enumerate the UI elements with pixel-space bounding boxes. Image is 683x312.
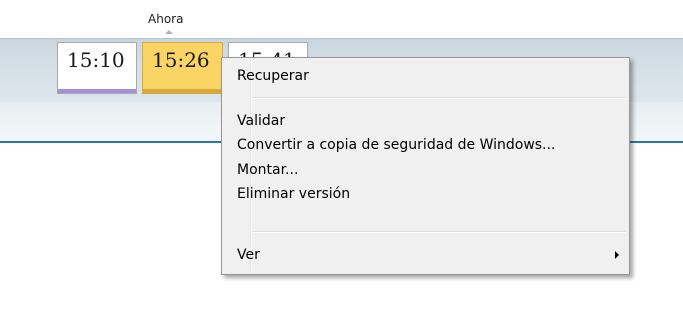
version-chip-2-selected[interactable]: 15:26 bbox=[142, 42, 223, 94]
menu-separator bbox=[252, 231, 626, 233]
context-menu: Recuperar Validar Convertir a copia de s… bbox=[221, 57, 630, 275]
menu-item-validar[interactable]: Validar bbox=[224, 110, 627, 132]
version-time: 15:10 bbox=[67, 48, 125, 72]
chevron-right-icon bbox=[615, 251, 619, 259]
menu-item-convertir[interactable]: Convertir a copia de seguridad de Window… bbox=[224, 134, 627, 156]
version-chip-1[interactable]: 15:10 bbox=[57, 42, 137, 94]
menu-item-recuperar[interactable]: Recuperar bbox=[224, 65, 627, 87]
version-bar bbox=[143, 89, 222, 93]
menu-item-eliminar-version[interactable]: Eliminar versión bbox=[224, 183, 627, 205]
version-time: 15:26 bbox=[152, 48, 210, 72]
menu-item-montar[interactable]: Montar... bbox=[224, 159, 627, 181]
menu-item-label: Ver bbox=[237, 247, 260, 263]
menu-item-ver[interactable]: Ver bbox=[224, 244, 627, 266]
menu-separator bbox=[252, 97, 626, 99]
now-marker-icon bbox=[165, 30, 173, 34]
version-bar bbox=[58, 89, 136, 93]
now-label: Ahora bbox=[148, 12, 184, 26]
